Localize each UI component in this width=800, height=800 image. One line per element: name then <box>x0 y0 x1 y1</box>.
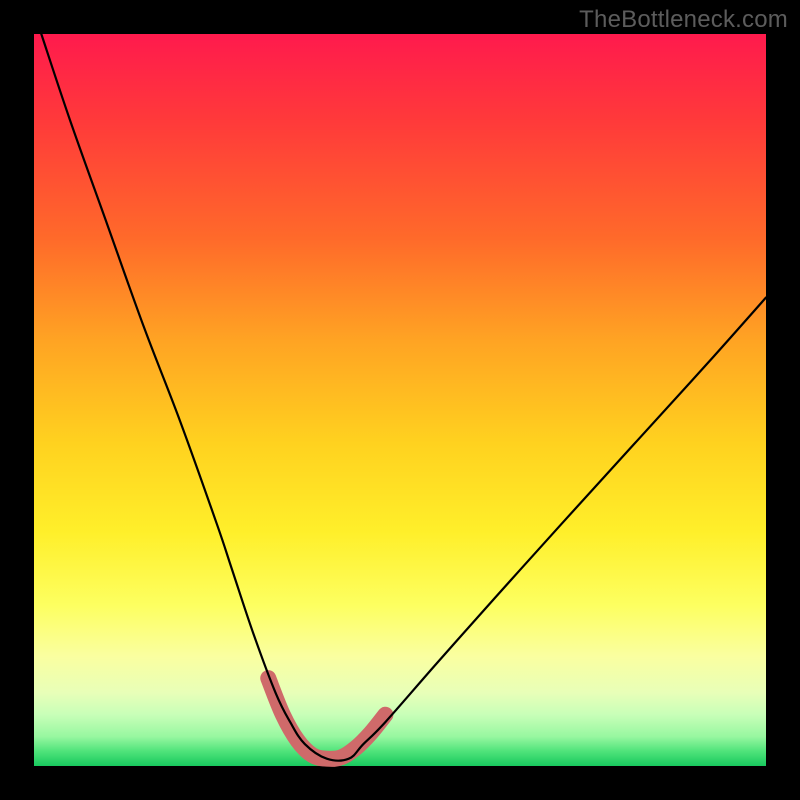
valley-highlight-path <box>268 678 385 759</box>
main-curve-path <box>41 34 766 761</box>
chart-svg <box>0 0 800 800</box>
watermark-text: TheBottleneck.com <box>579 6 788 34</box>
chart-frame: TheBottleneck.com <box>0 0 800 800</box>
